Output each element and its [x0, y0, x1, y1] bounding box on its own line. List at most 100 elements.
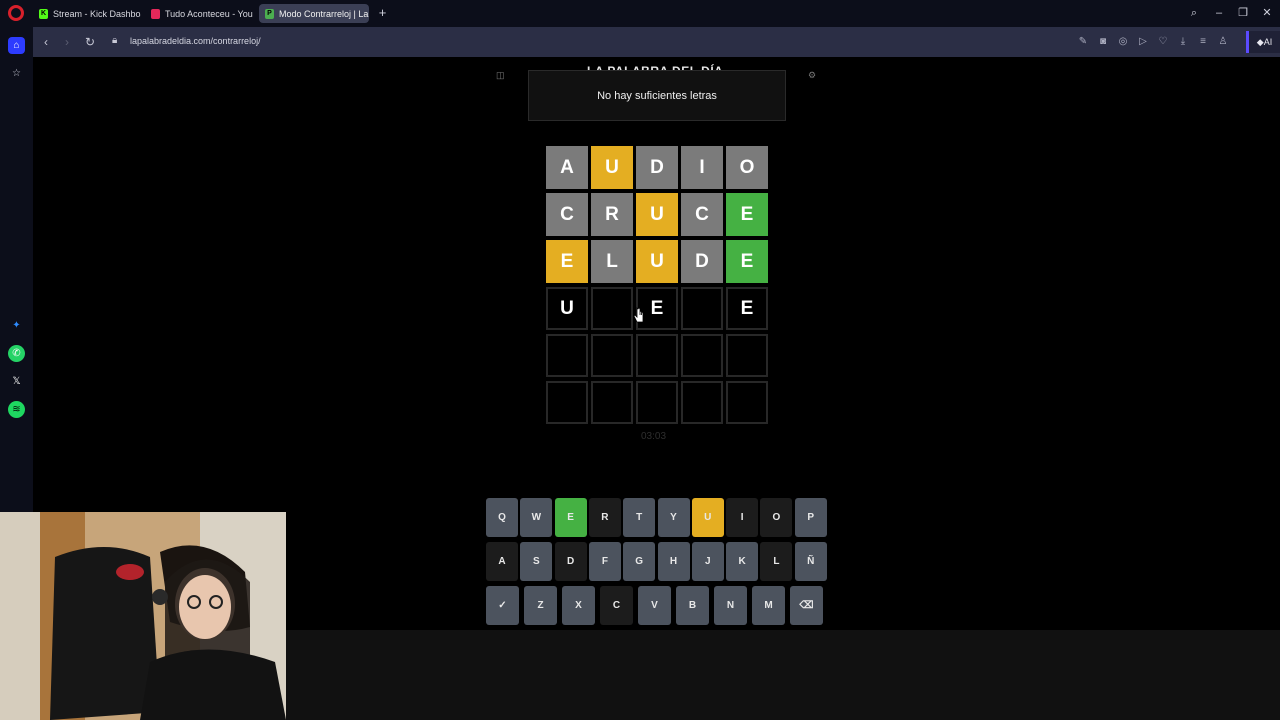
- key-o[interactable]: O: [760, 498, 793, 537]
- key-g[interactable]: G: [623, 542, 656, 581]
- board-cell: [636, 334, 678, 377]
- key-w[interactable]: W: [520, 498, 553, 537]
- aria-ai-button[interactable]: ◆AI: [1246, 31, 1280, 53]
- board-cell: [546, 381, 588, 424]
- board-cell: U: [636, 240, 678, 283]
- webcam-overlay: [0, 512, 286, 720]
- camera-icon[interactable]: ◙: [1096, 35, 1110, 49]
- back-button[interactable]: ‹: [38, 34, 54, 50]
- key-s[interactable]: S: [520, 542, 553, 581]
- key-y[interactable]: Y: [657, 498, 690, 537]
- key-d[interactable]: D: [554, 542, 587, 581]
- board-cell: A: [546, 146, 588, 189]
- profile-icon[interactable]: ♙: [1216, 35, 1230, 49]
- webcam-feed: [0, 512, 286, 720]
- tab-2[interactable]: Tudo Aconteceu - You: [145, 4, 253, 23]
- forward-button[interactable]: ›: [59, 34, 75, 50]
- sidebar-toggle-icon[interactable]: ◫: [496, 70, 506, 80]
- key-n[interactable]: N: [714, 586, 747, 625]
- board-cell: O: [726, 146, 768, 189]
- board-cell: [591, 287, 633, 330]
- key-p[interactable]: P: [794, 498, 827, 537]
- tab-favicon-icon: P: [265, 8, 274, 19]
- backspace-key[interactable]: ⌫: [790, 586, 823, 625]
- key-x[interactable]: X: [562, 586, 595, 625]
- key-i[interactable]: I: [726, 498, 759, 537]
- browser-sidebar: ⌂ ☆ ✦ ✆ 𝕏 ≋: [0, 27, 33, 512]
- key-a[interactable]: A: [486, 542, 518, 581]
- key-t[interactable]: T: [623, 498, 656, 537]
- tab-label: Tudo Aconteceu - You: [165, 8, 253, 19]
- key-f[interactable]: F: [588, 542, 621, 581]
- play-icon[interactable]: ▷: [1136, 35, 1150, 49]
- board-cell: [681, 381, 723, 424]
- key-h[interactable]: H: [657, 542, 690, 581]
- minimize-button[interactable]: –: [1211, 5, 1227, 21]
- board-cell: U: [636, 193, 678, 236]
- board-cell: L: [591, 240, 633, 283]
- key-u[interactable]: U: [691, 498, 724, 537]
- address-bar-row: ‹ › ↻ 🔒︎ lapalabradeldia.com/contrarrelo…: [33, 27, 1280, 57]
- board-cell: D: [681, 240, 723, 283]
- home-icon[interactable]: ⌂: [8, 37, 25, 54]
- tab-3[interactable]: P Modo Contrarreloj | La pa: [259, 4, 369, 23]
- menu-icon[interactable]: ≡: [1196, 35, 1210, 49]
- tab-label: Stream - Kick Dashboard: [53, 8, 141, 19]
- key-c[interactable]: C: [600, 586, 633, 625]
- tab-favicon-icon: K: [39, 8, 48, 19]
- settings-icon[interactable]: ⚙: [808, 70, 818, 80]
- tab-1[interactable]: K Stream - Kick Dashboard: [33, 4, 141, 23]
- opera-logo-icon[interactable]: [8, 5, 24, 21]
- board-cell: [591, 334, 633, 377]
- key-l[interactable]: L: [760, 542, 793, 581]
- board-cell: E: [726, 287, 768, 330]
- reload-button[interactable]: ↻: [82, 34, 98, 50]
- bottom-area: [286, 630, 1280, 720]
- x-icon[interactable]: 𝕏: [8, 373, 25, 390]
- board-cell: [636, 381, 678, 424]
- url-field[interactable]: lapalabradeldia.com/contrarreloj/: [130, 36, 261, 46]
- close-window-button[interactable]: ✕: [1259, 5, 1275, 21]
- heart-icon[interactable]: ♡: [1156, 35, 1170, 49]
- whatsapp-icon[interactable]: ✆: [8, 345, 25, 362]
- new-tab-button[interactable]: +: [376, 6, 389, 19]
- key-b[interactable]: B: [676, 586, 709, 625]
- edit-icon[interactable]: ✎: [1076, 35, 1090, 49]
- key-z[interactable]: Z: [524, 586, 557, 625]
- key-r[interactable]: R: [588, 498, 621, 537]
- key-q[interactable]: Q: [486, 498, 518, 537]
- key-j[interactable]: J: [691, 542, 724, 581]
- board-cell: E: [726, 240, 768, 283]
- board-cell: [546, 334, 588, 377]
- key-enye[interactable]: Ñ: [794, 542, 827, 581]
- board-cell: [726, 381, 768, 424]
- board-cell: U: [546, 287, 588, 330]
- star-icon[interactable]: ☆: [8, 65, 25, 82]
- download-icon[interactable]: ⤓: [1176, 35, 1190, 49]
- board-cell: C: [681, 193, 723, 236]
- tab-strip: K Stream - Kick Dashboard Tudo Aconteceu -…: [0, 0, 1280, 27]
- vpn-icon[interactable]: ◎: [1116, 35, 1130, 49]
- timer: 03:03: [641, 431, 667, 442]
- board-cell: [681, 287, 723, 330]
- board-cell: R: [591, 193, 633, 236]
- tab-favicon-icon: [151, 8, 160, 19]
- tab-label: Modo Contrarreloj | La pa: [279, 8, 369, 19]
- search-tabs-icon[interactable]: ⌕: [1186, 5, 1202, 21]
- board-cell: E: [726, 193, 768, 236]
- key-v[interactable]: V: [638, 586, 671, 625]
- restore-button[interactable]: ❐: [1235, 5, 1251, 21]
- enter-key[interactable]: ✓: [486, 586, 519, 625]
- board-cell: [591, 381, 633, 424]
- toast-message: No hay suficientes letras: [528, 70, 786, 121]
- spotify-icon[interactable]: ≋: [8, 401, 25, 418]
- key-k[interactable]: K: [726, 542, 759, 581]
- board-cell: E: [546, 240, 588, 283]
- mouse-cursor-icon: [634, 307, 644, 323]
- key-m[interactable]: M: [752, 586, 785, 625]
- board-cell: U: [591, 146, 633, 189]
- messenger-icon[interactable]: ✦: [8, 317, 25, 334]
- key-e[interactable]: E: [554, 498, 587, 537]
- board-cell: [681, 334, 723, 377]
- lock-icon[interactable]: 🔒︎: [112, 35, 121, 47]
